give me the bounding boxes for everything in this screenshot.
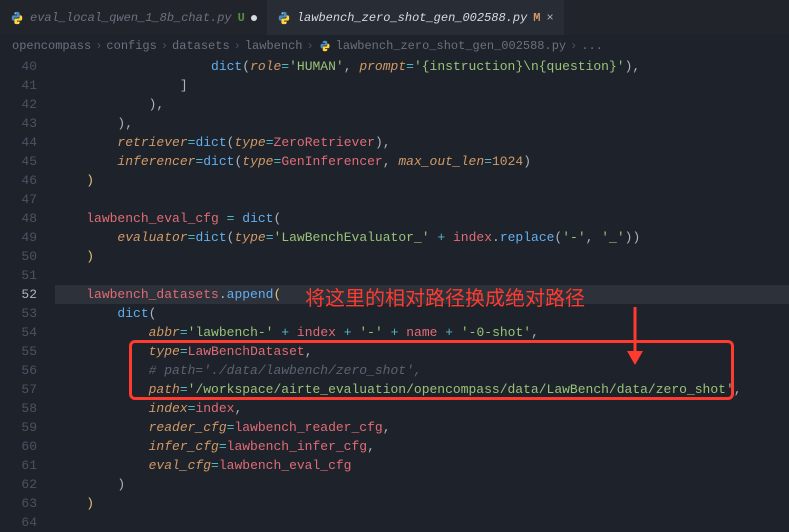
tab-lawbench[interactable]: lawbench_zero_shot_gen_002588.py M × xyxy=(267,0,564,35)
chevron-right-icon: › xyxy=(95,39,102,53)
tab-label: eval_local_qwen_1_8b_chat.py xyxy=(30,11,232,25)
breadcrumb-item[interactable]: datasets xyxy=(172,39,230,53)
tab-status-modified: M xyxy=(533,11,540,25)
chevron-right-icon: › xyxy=(570,39,577,53)
tab-eval-local[interactable]: eval_local_qwen_1_8b_chat.py U xyxy=(0,0,267,35)
breadcrumb-item[interactable]: opencompass xyxy=(12,39,91,53)
tab-bar: eval_local_qwen_1_8b_chat.py U lawbench_… xyxy=(0,0,789,35)
code-editor[interactable]: 4041424344454647484950515253545556575859… xyxy=(0,57,789,532)
code-area[interactable]: dict(role='HUMAN', prompt='{instruction}… xyxy=(55,57,789,532)
breadcrumb: opencompass › configs › datasets › lawbench… xyxy=(0,35,789,57)
tab-status-unstaged: U xyxy=(238,11,245,25)
breadcrumb-more[interactable]: ... xyxy=(581,39,603,53)
breadcrumb-item[interactable]: lawbench xyxy=(245,39,303,53)
python-icon xyxy=(10,11,24,25)
chevron-right-icon: › xyxy=(234,39,241,53)
tab-dirty-dot xyxy=(251,15,257,21)
python-icon xyxy=(318,39,332,53)
python-icon xyxy=(277,11,291,25)
chevron-right-icon: › xyxy=(161,39,168,53)
close-icon[interactable]: × xyxy=(546,11,553,25)
breadcrumb-item[interactable]: lawbench_zero_shot_gen_002588.py xyxy=(336,39,566,53)
chevron-right-icon: › xyxy=(306,39,313,53)
line-gutter: 4041424344454647484950515253545556575859… xyxy=(0,57,55,532)
breadcrumb-item[interactable]: configs xyxy=(106,39,156,53)
tab-label: lawbench_zero_shot_gen_002588.py xyxy=(297,11,527,25)
